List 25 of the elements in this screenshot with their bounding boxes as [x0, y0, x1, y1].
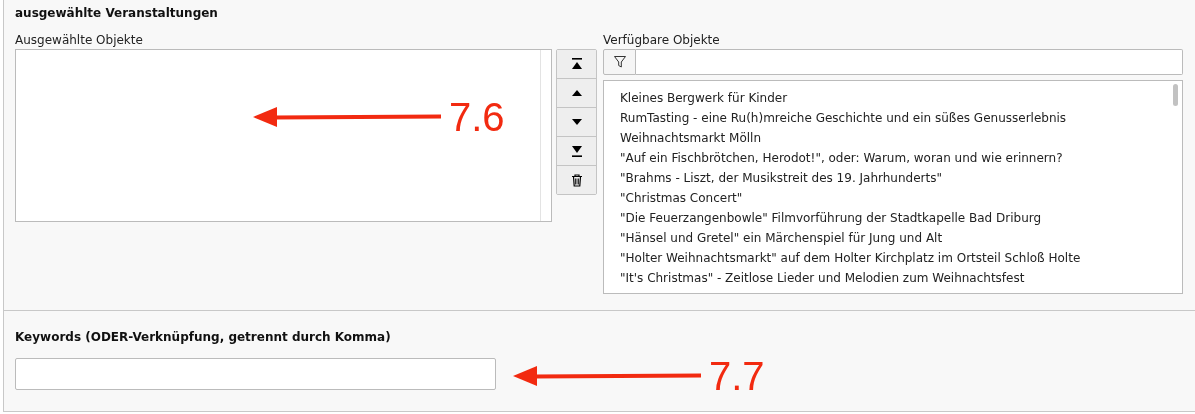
filter-field[interactable]: [636, 49, 1183, 75]
list-item[interactable]: "Christmas Concert": [620, 188, 1182, 208]
list-item[interactable]: "Hänsel und Gretel" ein Märchenspiel für Jung und Alt: [620, 228, 1182, 248]
list-item[interactable]: "Holter Weihnachtsmarkt" auf dem Holter Kirchplatz im Ortsteil Schloß Holte: [620, 248, 1182, 268]
filter-button[interactable]: [603, 49, 636, 75]
list-item[interactable]: "Brahms - Liszt, der Musikstreit des 19. Jahrhunderts": [620, 168, 1182, 188]
list-item[interactable]: RumTasting - eine Ru(h)mreiche Geschichte und ein süßes Genusserlebnis: [620, 108, 1182, 128]
list-item[interactable]: "It's Christmas" - Zeitlose Lieder und Melodien zum Weihnachtsfest: [620, 268, 1182, 288]
field-label: Verfügbare Objekte: [603, 32, 721, 48]
list-item[interactable]: "Auf ein Fischbrötchen, Herodot!", oder: Warum, woran und wie erinnern?: [620, 148, 1182, 168]
move-button[interactable]: [557, 50, 596, 79]
annotation-label: 7.6: [449, 97, 505, 137]
section-title: ausgewählte Veranstaltungen: [15, 5, 219, 21]
list-item[interactable]: "Die Feuerzangenbowle" Filmvorführung der Stadtkapelle Bad Driburg: [620, 208, 1182, 228]
move-to-bottom-icon: [569, 144, 584, 158]
annotation-label: 7.7: [709, 356, 765, 396]
scrollbar-thumb[interactable]: [1173, 84, 1178, 106]
trash-icon: [569, 173, 584, 187]
keywords-field[interactable]: [15, 358, 496, 390]
funnel-icon: [612, 55, 627, 69]
field-label: Keywords (ODER-Verknüpfung, getrennt durch Komma): [15, 329, 392, 345]
move-to-top-icon: [569, 57, 584, 71]
field-label: Ausgewählte Objekte: [15, 32, 144, 48]
list-item[interactable]: Weihnachtsmarkt Mölln: [620, 128, 1182, 148]
list-item[interactable]: Kleines Bergwerk für Kinder: [620, 88, 1182, 108]
